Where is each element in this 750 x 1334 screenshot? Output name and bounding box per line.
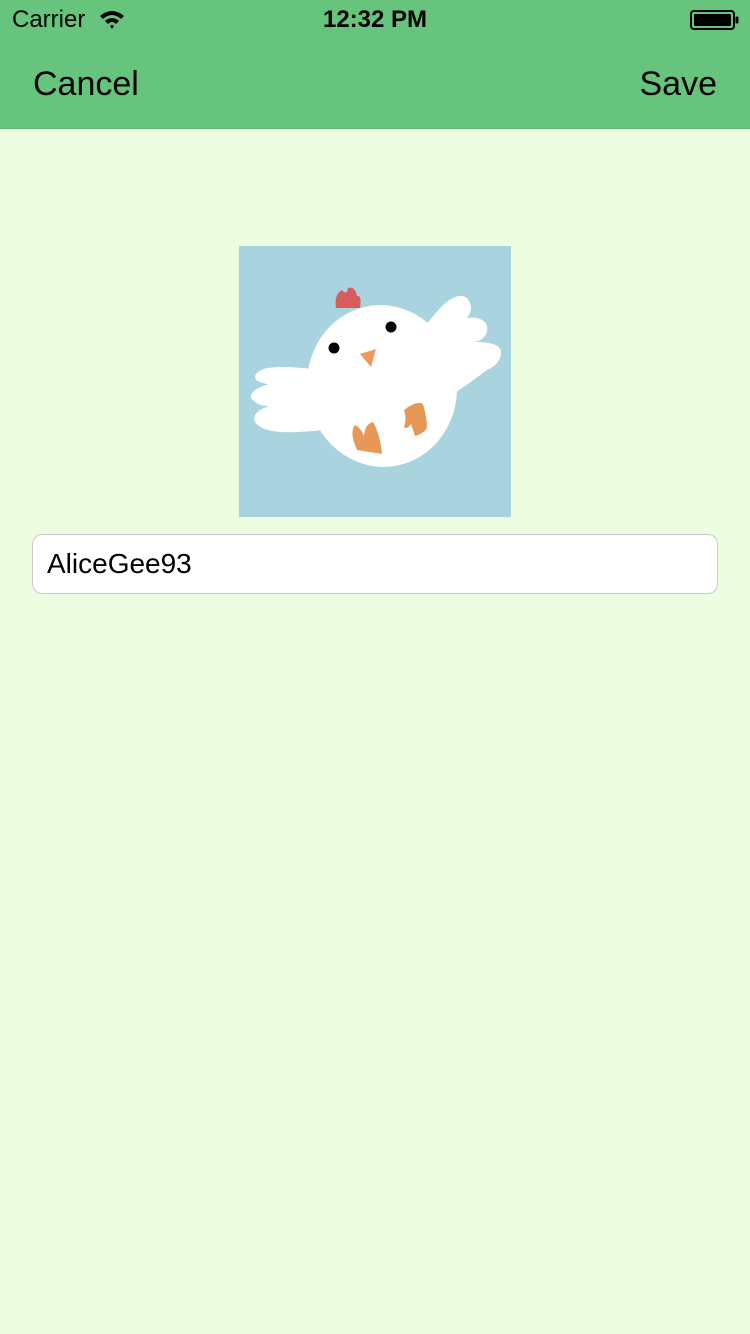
cancel-button[interactable]: Cancel [33, 64, 139, 104]
navigation-bar: Cancel Save [0, 40, 750, 128]
top-bar: Carrier 12:32 PM Cancel Save [0, 0, 750, 129]
chicken-avatar-icon [250, 287, 501, 467]
battery-icon [690, 10, 740, 30]
save-button[interactable]: Save [640, 64, 718, 104]
profile-avatar[interactable] [239, 246, 511, 517]
username-input[interactable] [32, 534, 718, 594]
status-time: 12:32 PM [322, 6, 428, 33]
status-bar: Carrier 12:32 PM [0, 0, 750, 40]
